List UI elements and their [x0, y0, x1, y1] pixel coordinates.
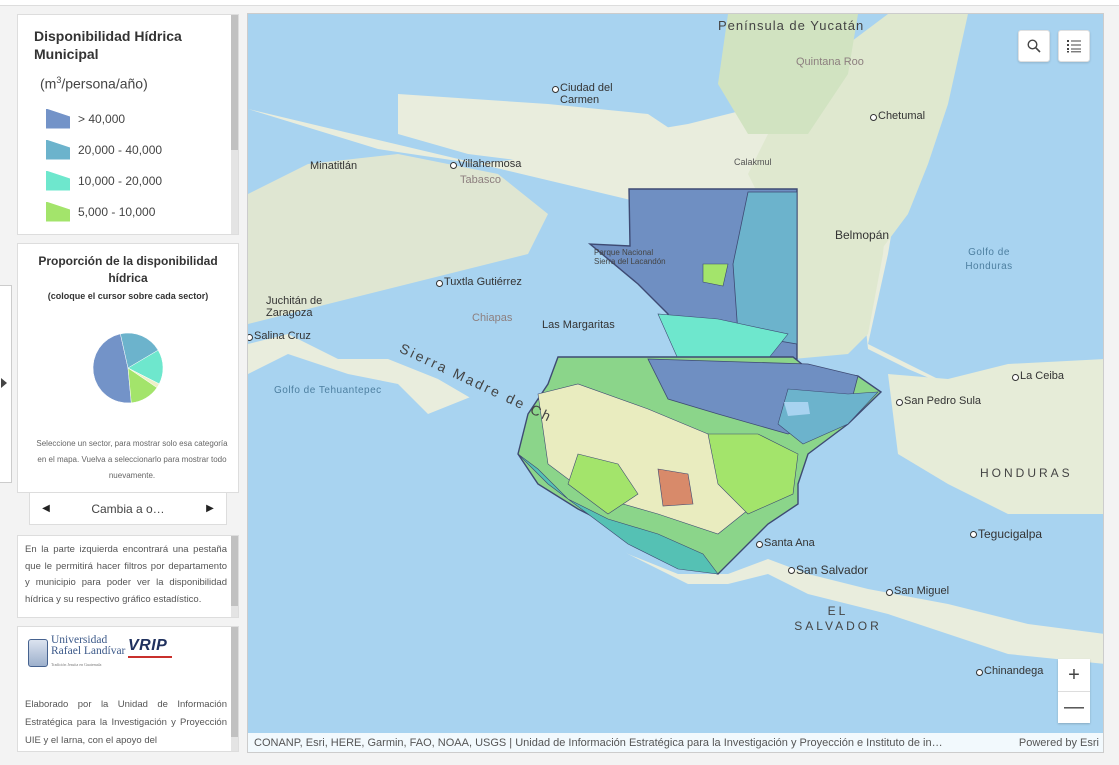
attribution-text: CONANP, Esri, HERE, Garmin, FAO, NOAA, U…: [254, 736, 943, 749]
legend-swatch: [46, 201, 70, 222]
map-label-minatitlan: Minatitlán: [310, 160, 358, 172]
list-icon: [1067, 40, 1081, 53]
map-label-villahermosa: Villahermosa: [449, 158, 522, 170]
pie-title: Proporción de la disponibilidad hídrica: [38, 254, 218, 285]
search-icon: [1027, 39, 1041, 53]
map-label-chiapas: Chiapas: [472, 312, 513, 324]
legend-panel: Disponibilidad Hídrica Municipal (m3/per…: [17, 14, 239, 235]
credits-panel: Universidad Rafael Landívar Tradición Jesu…: [17, 626, 239, 752]
legend-label: > 40,000: [78, 111, 126, 126]
vrip-logo: VRIP: [128, 637, 178, 660]
legend-items: > 40,000 20,000 - 40,000 10,000 - 20,000…: [46, 103, 162, 227]
map-label-golfo-tehuantepec: Golfo de Tehuantepec: [274, 385, 382, 396]
pie-chart[interactable]: [92, 332, 164, 404]
zoom-controls: + —: [1058, 659, 1090, 723]
credits-text: Elaborado por la Unidad de Información E…: [25, 699, 227, 746]
map-label-belmopan: Belmopán: [835, 228, 890, 242]
map-label-el-salvador: EL SALVADOR: [794, 604, 882, 633]
map-label-santa-ana: Santa Ana: [756, 537, 815, 549]
map-label-quintana-roo: Quintana Roo: [796, 56, 864, 68]
map-label-tegucigalpa: Tegucigalpa: [969, 527, 1043, 541]
map-label-san-miguel: San Miguel: [885, 585, 950, 597]
caret-right-icon: [1, 378, 7, 388]
map-attribution: CONANP, Esri, HERE, Garmin, FAO, NOAA, U…: [248, 733, 1103, 752]
legend-item: 10,000 - 20,000: [46, 165, 162, 196]
pie-subtitle: (coloque el cursor sobre cada sector): [47, 291, 209, 301]
credits-scrollbar[interactable]: [231, 627, 238, 751]
legend-label: 20,000 - 40,000: [78, 142, 163, 157]
map-label-chetumal: Chetumal: [869, 110, 926, 122]
map-label-golfo-honduras: Golfo de Honduras: [965, 247, 1013, 272]
chart-pager: ◀ Cambia a o… ▶: [29, 492, 227, 525]
legend-swatch: [46, 108, 70, 129]
caret-right-icon[interactable]: ▶: [204, 503, 216, 514]
caret-left-icon[interactable]: ◀: [40, 503, 52, 514]
map-view[interactable]: Península de Yucatán Quintana Roo Ciudad…: [247, 13, 1104, 753]
zoom-in-button[interactable]: +: [1058, 659, 1090, 691]
map-label-la-ceiba: La Ceiba: [1011, 370, 1065, 382]
legend-label: 5,000 - 10,000: [78, 204, 156, 219]
map-label-san-salvador: San Salvador: [787, 563, 869, 577]
map-label-ciudad-del-carmen: Ciudad del Carmen: [552, 82, 630, 106]
legend-list-button[interactable]: [1058, 30, 1090, 62]
map-label-tabasco: Tabasco: [460, 174, 501, 186]
map-label-peninsula: Península de Yucatán: [718, 18, 865, 33]
map-label-juchitan: Juchitán de Zaragoza: [266, 295, 323, 319]
powered-by-esri[interactable]: Powered by Esri: [1019, 737, 1099, 749]
filter-panel-toggle[interactable]: [0, 285, 12, 483]
legend-label: 10,000 - 20,000: [78, 173, 163, 188]
map-label-san-pedro-sula: San Pedro Sula: [895, 395, 982, 407]
info-panel: En la parte izquierda encontrará una pes…: [17, 535, 239, 618]
legend-scrollbar[interactable]: [231, 15, 238, 234]
info-scrollbar[interactable]: [231, 536, 238, 617]
legend-swatch: [46, 170, 70, 191]
zoom-out-button[interactable]: —: [1058, 691, 1090, 723]
pie-chart-panel: Proporción de la disponibilidad hídrica …: [17, 243, 239, 493]
pie-help-text: Seleccione un sector, para mostrar solo …: [36, 439, 228, 480]
info-text: En la parte izquierda encontrará una pes…: [25, 544, 227, 605]
map-label-honduras: HONDURAS: [980, 466, 1073, 480]
map-label-calakmul: Calakmul: [734, 157, 772, 167]
map-label-tuxtla: Tuxtla Gutiérrez: [436, 276, 522, 288]
pager-label: Cambia a o…: [91, 501, 165, 516]
legend-item: 5,000 - 10,000: [46, 196, 162, 227]
university-seal-icon: [28, 638, 48, 667]
legend-title: Disponibilidad Hídrica Municipal: [34, 28, 182, 62]
map-label-las-margaritas: Las Margaritas: [542, 319, 615, 331]
legend-item: 20,000 - 40,000: [46, 134, 162, 165]
legend-swatch: [46, 139, 70, 160]
map-label-parque-nacional: Parque Nacional Sierra del Lacandón: [594, 248, 666, 266]
legend-unit: (m3/persona/año): [40, 75, 148, 92]
search-button[interactable]: [1018, 30, 1050, 62]
url-logo: Universidad Rafael Landívar Tradición Jesu…: [28, 634, 125, 670]
map-label-chinandega: Chinandega: [975, 665, 1044, 677]
top-bar: [0, 0, 1119, 6]
map-label-salina-cruz: Salina Cruz: [248, 330, 311, 342]
legend-item: > 40,000: [46, 103, 162, 134]
